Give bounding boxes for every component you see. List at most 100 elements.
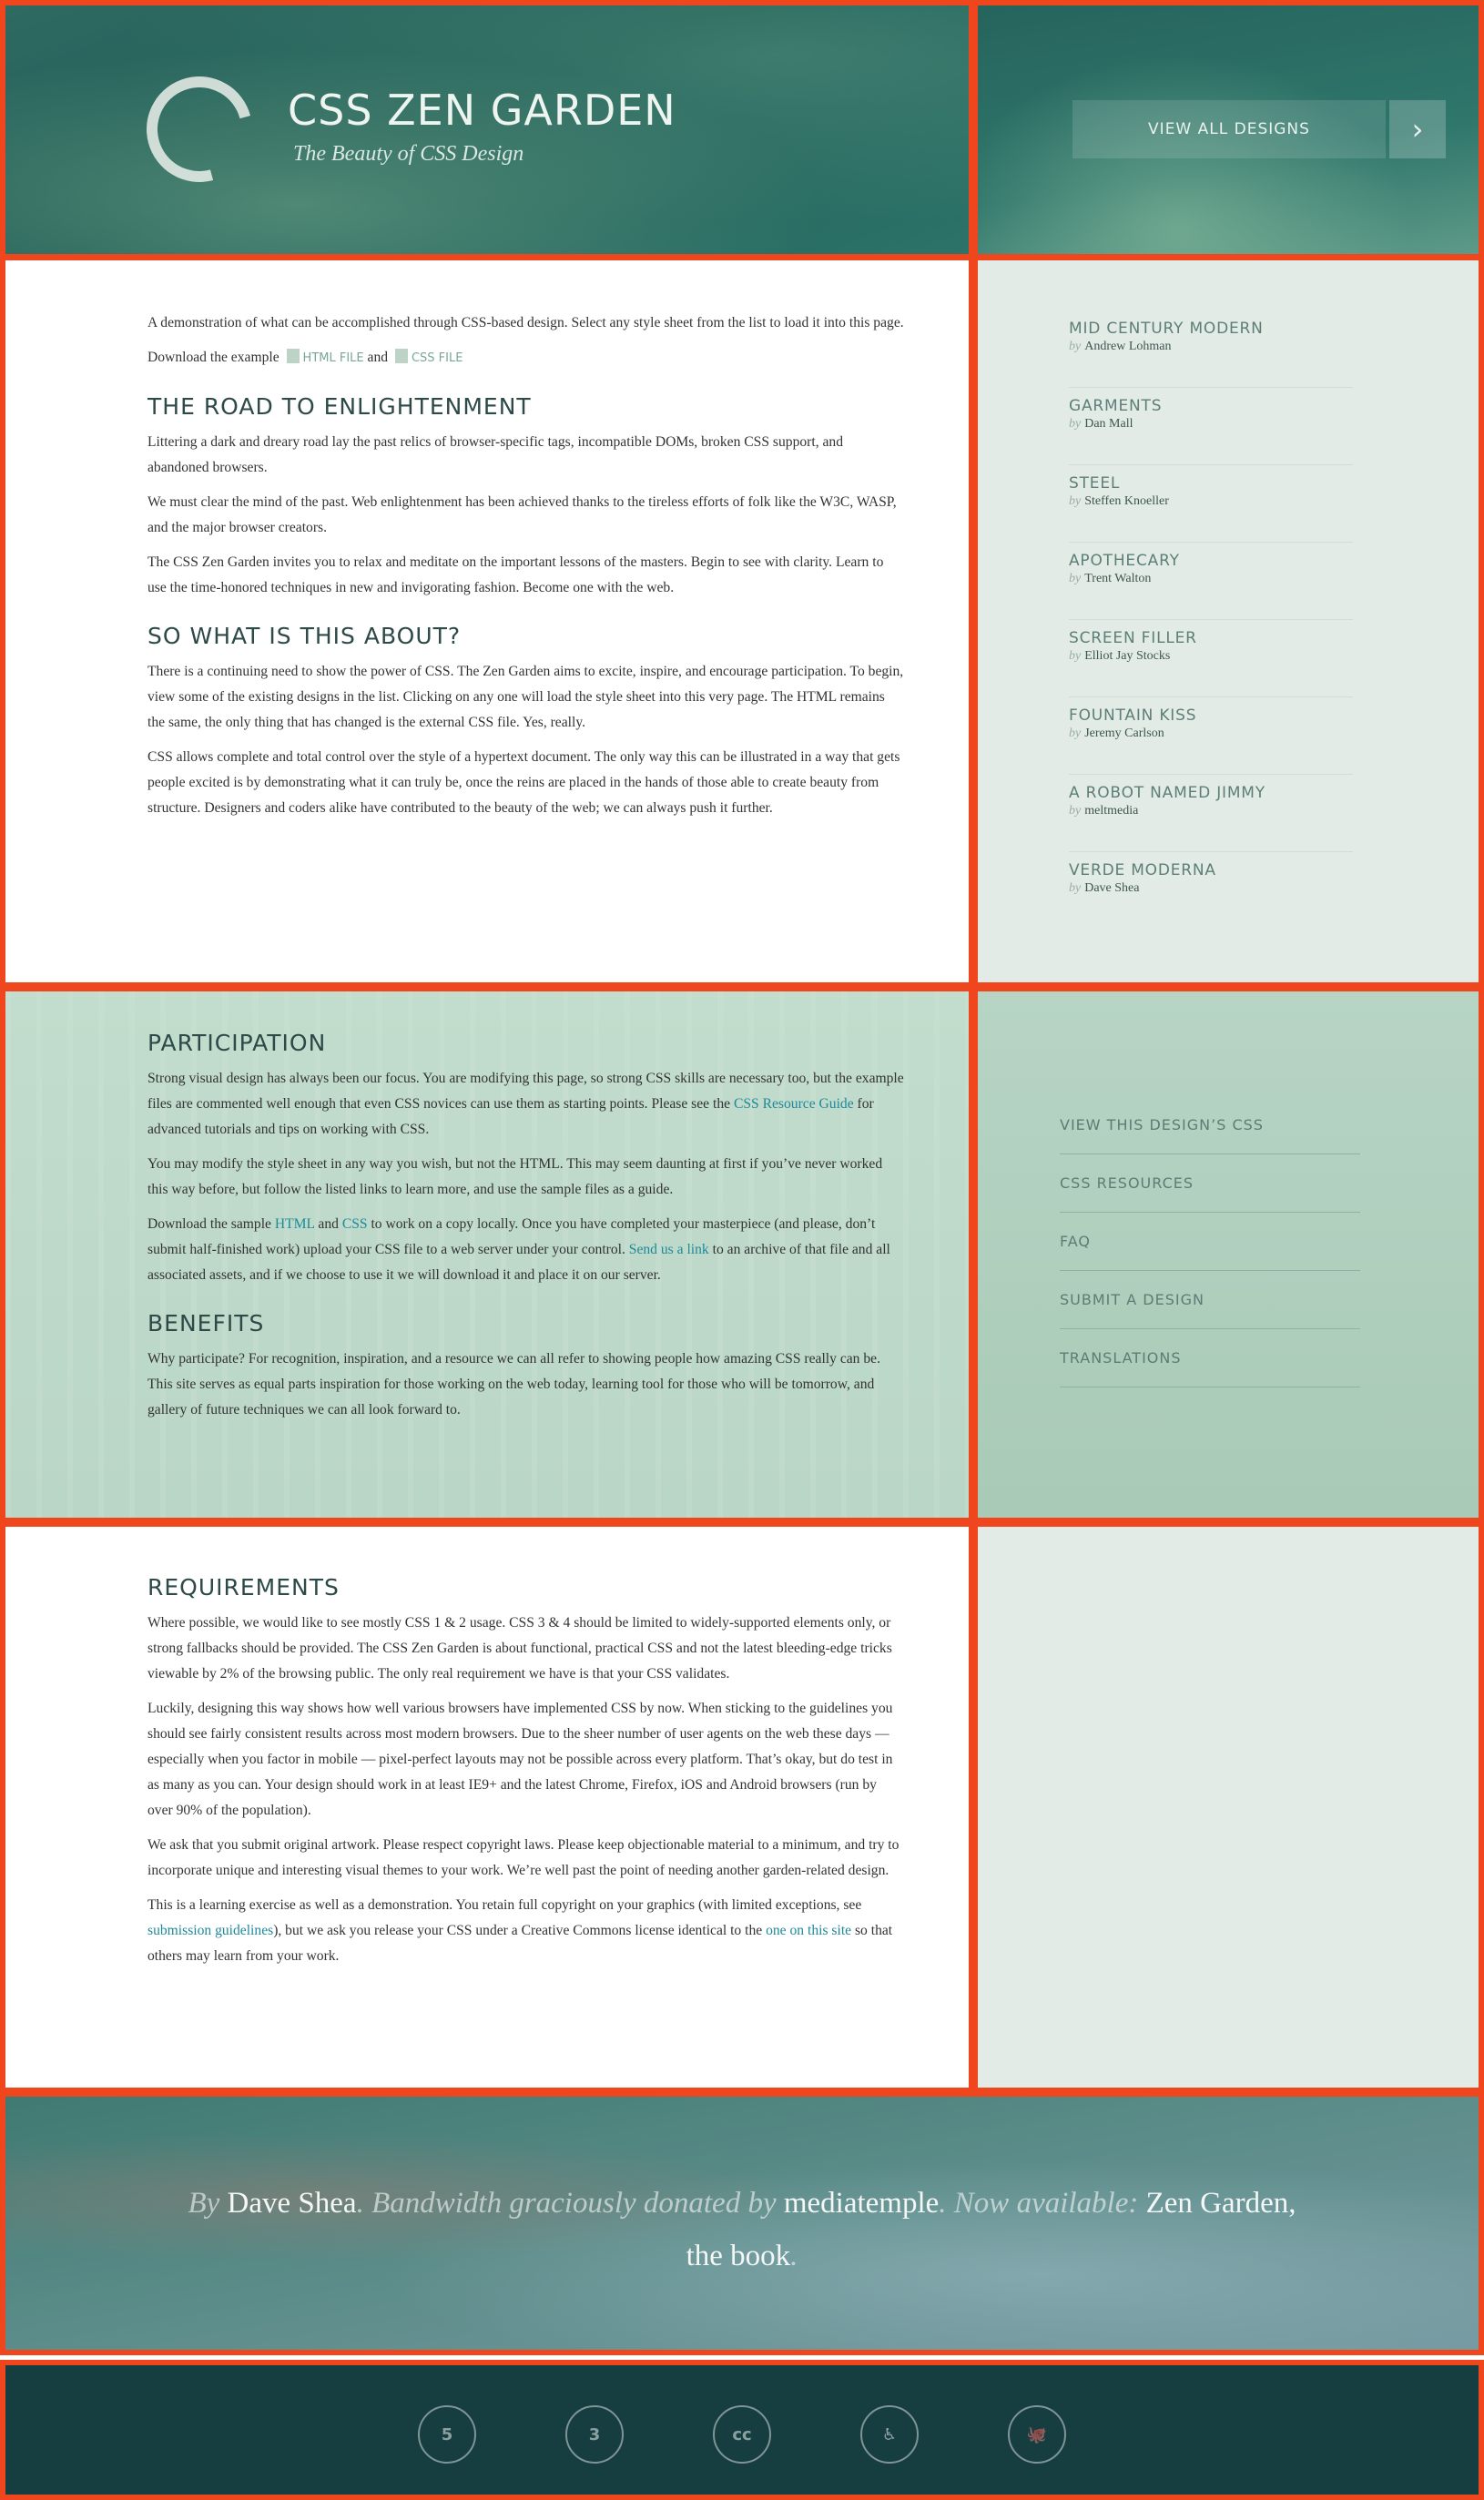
design-list: Mid Century Modern by Andrew Lohman Garme… [1069, 310, 1353, 930]
translations-link[interactable]: Translations [1060, 1329, 1360, 1387]
sample-css-link[interactable]: CSS [342, 1216, 368, 1232]
design-author[interactable]: Jeremy Carlson [1084, 727, 1164, 740]
download-icon [394, 349, 408, 363]
participation-section: Participation Strong visual design has a… [0, 986, 974, 1523]
download-prefix: Download the example [147, 350, 280, 365]
requirements-paragraph-1: Where possible, we would like to see mos… [147, 1615, 892, 1682]
footer-end: . [790, 2240, 798, 2272]
about-heading: So What is This About? [147, 623, 462, 649]
design-item[interactable]: Verde Moderna by Dave Shea [1069, 852, 1353, 930]
intro-section: A demonstration of what can be accomplis… [0, 255, 974, 988]
design-name-link[interactable]: Screen Filler [1069, 629, 1353, 647]
header-nav-panel: View All Designs › [972, 0, 1484, 259]
participation-text: and [314, 1216, 342, 1232]
css3-icon[interactable]: 3 [565, 2405, 624, 2464]
css-resources-link[interactable]: CSS Resources [1060, 1154, 1360, 1213]
design-author[interactable]: Dave Shea [1084, 881, 1139, 895]
design-author[interactable]: Dan Mall [1084, 417, 1133, 431]
participation-text: Download the sample [147, 1216, 275, 1232]
design-name-link[interactable]: Garments [1069, 397, 1353, 415]
design-author[interactable]: Elliot Jay Stocks [1084, 649, 1170, 663]
road-paragraph-3: The CSS Zen Garden invites you to relax … [147, 554, 884, 595]
participation-paragraph-2: You may modify the style sheet in any wa… [147, 1156, 883, 1197]
design-by-label: by [1069, 494, 1082, 508]
html-file-link[interactable]: HTML File [303, 351, 364, 365]
license-link[interactable]: one on this site [766, 1923, 851, 1938]
design-by-label: by [1069, 649, 1082, 663]
design-by-label: by [1069, 727, 1082, 740]
design-item[interactable]: Steel by Steffen Knoeller [1069, 465, 1353, 543]
benefits-paragraph: Why participate? For recognition, inspir… [147, 1351, 880, 1418]
empty-sidebar-panel [972, 1521, 1484, 2093]
author-link[interactable]: Dave Shea [228, 2187, 357, 2220]
design-name-link[interactable]: A Robot Named Jimmy [1069, 784, 1353, 802]
accessibility-icon[interactable]: ♿ [860, 2405, 919, 2464]
design-name-link[interactable]: Fountain Kiss [1069, 706, 1353, 725]
design-item[interactable]: Screen Filler by Elliot Jay Stocks [1069, 620, 1353, 697]
design-author[interactable]: Andrew Lohman [1084, 340, 1171, 353]
github-icon[interactable]: 🐙 [1008, 2405, 1066, 2464]
design-by-label: by [1069, 572, 1082, 585]
creative-commons-icon[interactable]: cc [713, 2405, 771, 2464]
download-and: and [367, 350, 389, 365]
design-author[interactable]: Steffen Knoeller [1084, 494, 1169, 508]
footer-available: . Now available: [939, 2187, 1139, 2220]
html5-icon[interactable]: 5 [418, 2405, 476, 2464]
design-by-label: by [1069, 804, 1082, 818]
download-icon [286, 349, 300, 363]
chevron-right-icon[interactable]: › [1389, 100, 1446, 158]
site-tagline: The Beauty of CSS Design [293, 142, 524, 166]
design-author[interactable]: meltmedia [1084, 804, 1138, 818]
design-by-label: by [1069, 417, 1082, 431]
faq-link[interactable]: FAQ [1060, 1213, 1360, 1271]
view-all-designs-label[interactable]: View All Designs [1072, 100, 1386, 158]
requirements-paragraph-3: We ask that you submit original artwork.… [147, 1837, 900, 1878]
footer-by: By [188, 2187, 220, 2220]
sponsor-link[interactable]: mediatemple [784, 2187, 939, 2220]
site-footer: By Dave Shea. Bandwidth graciously donat… [0, 2091, 1484, 2355]
submit-a-design-link[interactable]: Submit a Design [1060, 1271, 1360, 1329]
design-name-link[interactable]: Verde Moderna [1069, 861, 1353, 879]
design-name-link[interactable]: Mid Century Modern [1069, 320, 1353, 338]
site-header: CSS Zen Garden The Beauty of CSS Design [0, 0, 974, 259]
requirements-text: This is a learning exercise as well as a… [147, 1897, 862, 1913]
design-item[interactable]: Apothecary by Trent Walton [1069, 543, 1353, 620]
benefits-heading: Benefits [147, 1310, 265, 1336]
requirements-text: ), but we ask you release your CSS under… [273, 1923, 767, 1938]
validation-icon-bar: 5 3 cc ♿ 🐙 [0, 2360, 1484, 2500]
submission-guidelines-link[interactable]: submission guidelines [147, 1923, 273, 1938]
about-paragraph-1: There is a continuing need to show the p… [147, 664, 904, 730]
view-all-designs-button[interactable]: View All Designs › [1072, 100, 1446, 158]
about-paragraph-2: CSS allows complete and total control ov… [147, 749, 900, 816]
design-item[interactable]: Mid Century Modern by Andrew Lohman [1069, 310, 1353, 388]
road-paragraph-2: We must clear the mind of the past. Web … [147, 494, 897, 535]
icon-row: 5 3 cc ♿ 🐙 [5, 2405, 1479, 2464]
intro-summary: A demonstration of what can be accomplis… [147, 315, 904, 330]
design-item[interactable]: Fountain Kiss by Jeremy Carlson [1069, 697, 1353, 775]
sample-html-link[interactable]: HTML [275, 1216, 315, 1232]
requirements-heading: Requirements [147, 1574, 340, 1601]
footer-credits: By Dave Shea. Bandwidth graciously donat… [169, 2177, 1315, 2282]
road-paragraph-1: Littering a dark and dreary road lay the… [147, 434, 844, 475]
view-this-design-css-link[interactable]: View This Design’s CSS [1060, 1096, 1360, 1154]
footer-bandwidth: . Bandwidth graciously donated by [356, 2187, 777, 2220]
design-by-label: by [1069, 340, 1082, 353]
requirements-section: Requirements Where possible, we would li… [0, 1521, 974, 2093]
site-title: CSS Zen Garden [288, 86, 676, 135]
participation-paragraph-3: Download the sample HTML and CSS to work… [147, 1212, 905, 1288]
road-heading: The Road to Enlightenment [147, 393, 532, 420]
participation-paragraph-1: Strong visual design has always been our… [147, 1066, 905, 1143]
design-item[interactable]: A Robot Named Jimmy by meltmedia [1069, 775, 1353, 852]
requirements-paragraph-2: Luckily, designing this way shows how we… [147, 1701, 893, 1818]
css-resource-guide-link[interactable]: CSS Resource Guide [734, 1096, 854, 1112]
download-line: Download the example HTML File and CSS F… [147, 345, 905, 371]
css-file-link[interactable]: CSS File [412, 351, 462, 365]
resource-list: View This Design’s CSS CSS Resources FAQ… [1060, 1096, 1360, 1387]
design-name-link[interactable]: Apothecary [1069, 552, 1353, 570]
participation-heading: Participation [147, 1030, 327, 1056]
send-us-a-link[interactable]: Send us a link [629, 1242, 709, 1257]
design-author[interactable]: Trent Walton [1084, 572, 1151, 585]
design-name-link[interactable]: Steel [1069, 474, 1353, 493]
design-item[interactable]: Garments by Dan Mall [1069, 388, 1353, 465]
requirements-paragraph-4: This is a learning exercise as well as a… [147, 1893, 905, 1969]
